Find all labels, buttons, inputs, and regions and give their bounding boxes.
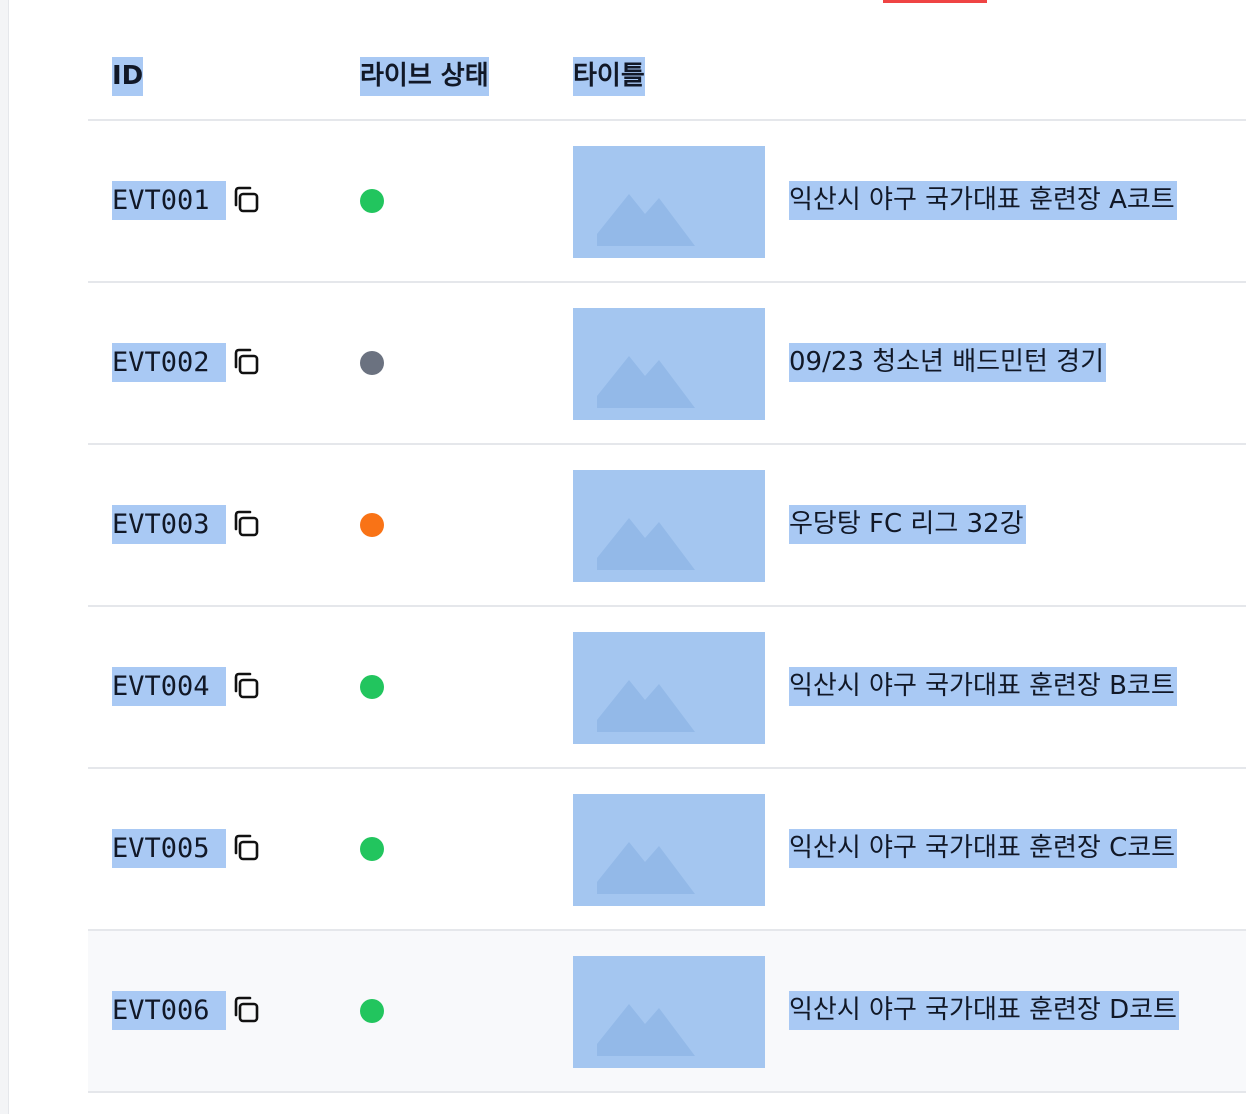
- table-row[interactable]: EVT004 익산시 야구 국가대표 훈련장 B코트: [88, 607, 1246, 769]
- events-table: ID 라이브 상태 타이틀 EVT001 익산시 야구 국가대표 훈련장 A코트…: [88, 0, 1246, 1093]
- thumbnail-image: [573, 794, 765, 906]
- event-title[interactable]: 익산시 야구 국가대표 훈련장 C코트: [789, 829, 1178, 868]
- event-title[interactable]: 우당탕 FC 리그 32강: [789, 505, 1026, 544]
- event-id: EVT005: [112, 829, 226, 868]
- live-status-indicator: [360, 837, 384, 861]
- thumbnail-image: [573, 146, 765, 258]
- image-placeholder-icon: [597, 1004, 695, 1056]
- live-status-indicator: [360, 351, 384, 375]
- copy-icon[interactable]: [230, 508, 262, 540]
- image-placeholder-icon: [597, 518, 695, 570]
- table-row[interactable]: EVT001 익산시 야구 국가대표 훈련장 A코트: [88, 121, 1246, 283]
- copy-icon[interactable]: [230, 184, 262, 216]
- live-status-indicator: [360, 513, 384, 537]
- thumbnail-image: [573, 308, 765, 420]
- live-status-indicator: [360, 999, 384, 1023]
- image-placeholder-icon: [597, 356, 695, 408]
- image-placeholder-icon: [597, 680, 695, 732]
- image-placeholder-icon: [597, 842, 695, 894]
- event-id: EVT004: [112, 667, 226, 706]
- event-id: EVT006: [112, 991, 226, 1030]
- left-gutter: [0, 0, 9, 1114]
- copy-icon[interactable]: [230, 994, 262, 1026]
- live-status-indicator: [360, 189, 384, 213]
- copy-icon[interactable]: [230, 346, 262, 378]
- event-id: EVT002: [112, 343, 226, 382]
- event-id: EVT003: [112, 505, 226, 544]
- thumbnail-image: [573, 470, 765, 582]
- table-row[interactable]: EVT006 익산시 야구 국가대표 훈련장 D코트: [88, 931, 1246, 1093]
- event-title[interactable]: 익산시 야구 국가대표 훈련장 D코트: [789, 991, 1179, 1030]
- image-placeholder-icon: [597, 194, 695, 246]
- event-title[interactable]: 09/23 청소년 배드민턴 경기: [789, 343, 1107, 382]
- live-status-indicator: [360, 675, 384, 699]
- event-title[interactable]: 익산시 야구 국가대표 훈련장 B코트: [789, 667, 1177, 706]
- header-live-status[interactable]: 라이브 상태: [360, 57, 489, 96]
- thumbnail-image: [573, 956, 765, 1068]
- table-row[interactable]: EVT005 익산시 야구 국가대표 훈련장 C코트: [88, 769, 1246, 931]
- table-row[interactable]: EVT003 우당탕 FC 리그 32강: [88, 445, 1246, 607]
- copy-icon[interactable]: [230, 832, 262, 864]
- event-id: EVT001: [112, 181, 226, 220]
- header-title[interactable]: 타이틀: [573, 57, 645, 96]
- copy-icon[interactable]: [230, 670, 262, 702]
- table-row[interactable]: EVT002 09/23 청소년 배드민턴 경기: [88, 283, 1246, 445]
- table-header: ID 라이브 상태 타이틀: [88, 0, 1246, 121]
- thumbnail-image: [573, 632, 765, 744]
- header-id[interactable]: ID: [112, 57, 144, 96]
- event-title[interactable]: 익산시 야구 국가대표 훈련장 A코트: [789, 181, 1177, 220]
